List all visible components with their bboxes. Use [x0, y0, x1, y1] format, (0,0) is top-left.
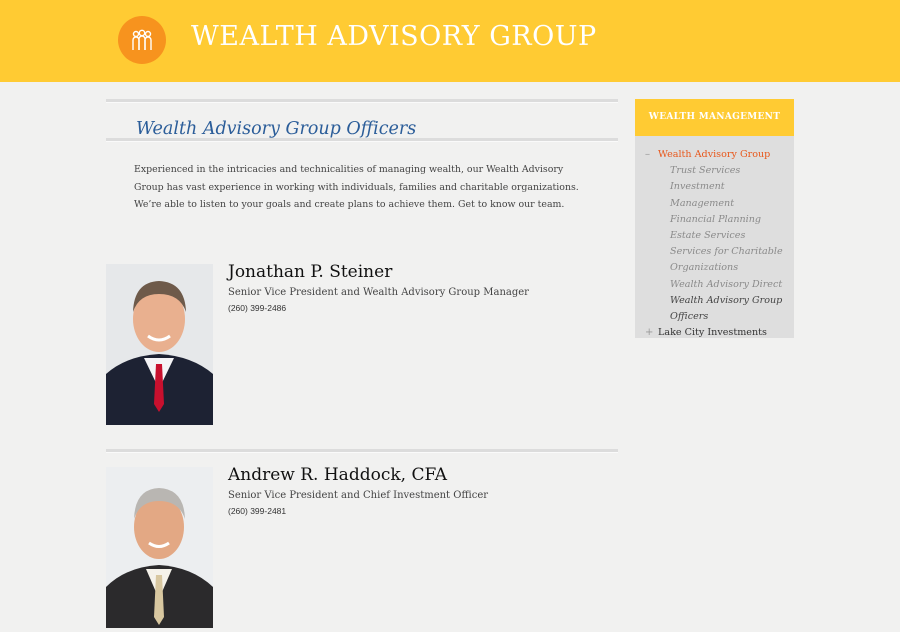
sidebar-heading: WEALTH MANAGEMENT	[635, 99, 794, 136]
main-content: Wealth Advisory Group Officers Experienc…	[106, 99, 618, 632]
sidebar-item-label: Lake City Investments	[658, 327, 767, 339]
officer-photo	[106, 264, 213, 425]
officer-title: Senior Vice President and Wealth Advisor…	[228, 287, 529, 298]
sidebar: WEALTH MANAGEMENT – Wealth Advisory Grou…	[635, 99, 794, 338]
officer-card: Jonathan P. Steiner Senior Vice Presiden…	[106, 262, 618, 429]
site-title[interactable]: WEALTH ADVISORY GROUP	[191, 21, 597, 52]
officer-name: Andrew R. Haddock, CFA	[228, 465, 448, 485]
sidebar-item-financial-planning[interactable]: Financial Planning	[635, 212, 794, 228]
sidebar-nav: – Wealth Advisory Group Trust Services I…	[635, 136, 794, 341]
officer-phone[interactable]: (260) 399-2486	[228, 303, 286, 313]
officer-photo	[106, 467, 213, 628]
officer-phone[interactable]: (260) 399-2481	[228, 506, 286, 516]
sidebar-item-officers[interactable]: Wealth Advisory Group Officers	[635, 293, 794, 325]
sidebar-item-investment-management[interactable]: Investment Management	[635, 179, 794, 211]
sidebar-item-trust-services[interactable]: Trust Services	[635, 163, 794, 179]
officer-title: Senior Vice President and Chief Investme…	[228, 490, 489, 501]
page-title: Wealth Advisory Group Officers	[136, 119, 417, 139]
sidebar-item-label: Wealth Advisory Group	[658, 149, 771, 160]
sidebar-item-lake-city-investments[interactable]: + Lake City Investments	[635, 325, 794, 341]
site-header: WEALTH ADVISORY GROUP	[0, 0, 900, 82]
expand-icon[interactable]: +	[645, 325, 653, 341]
sidebar-item-wealth-advisory-group[interactable]: – Wealth Advisory Group	[635, 147, 794, 163]
officer-name: Jonathan P. Steiner	[228, 262, 393, 282]
sidebar-item-estate-services[interactable]: Estate Services	[635, 228, 794, 244]
collapse-icon[interactable]: –	[645, 147, 650, 163]
people-group-icon[interactable]	[118, 16, 166, 64]
sidebar-item-charitable-organizations[interactable]: Services for Charitable Organizations	[635, 244, 794, 276]
intro-paragraph: Experienced in the intricacies and techn…	[134, 164, 579, 210]
officer-card: Andrew R. Haddock, CFA Senior Vice Presi…	[106, 465, 618, 632]
divider	[106, 449, 618, 453]
sidebar-item-wealth-advisory-direct[interactable]: Wealth Advisory Direct	[635, 277, 794, 293]
